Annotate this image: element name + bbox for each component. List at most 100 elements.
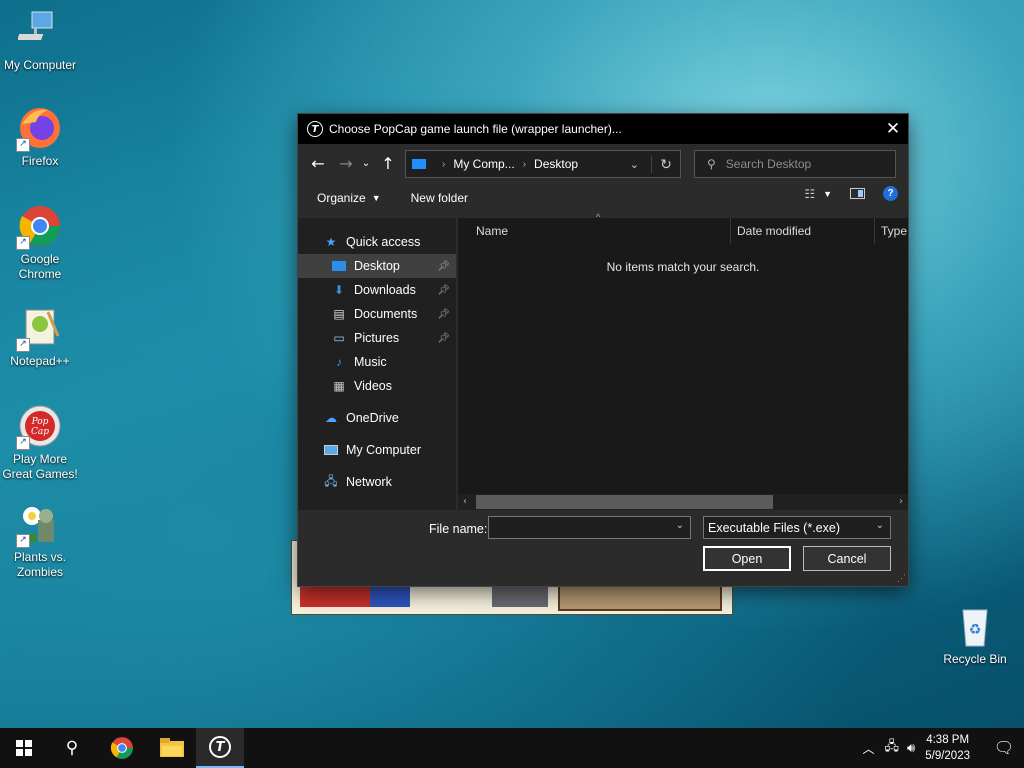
scrollbar-thumb[interactable] <box>476 495 773 509</box>
column-type[interactable]: Type <box>875 218 908 244</box>
file-name-input[interactable]: ⌄ <box>488 516 691 539</box>
desktop-icon-firefox[interactable]: ↗ Firefox <box>0 106 80 169</box>
navigation-bar: ← → ⌄ ↑ › My Comp... › Desktop ⌄ ↻ ⚲ Sea… <box>298 144 908 182</box>
computer-icon <box>17 10 62 54</box>
sidebar-item-my-computer[interactable]: My Computer <box>298 438 456 462</box>
open-button-label: Open <box>731 551 763 566</box>
volume-icon[interactable]: 🔊︎ <box>907 740 915 756</box>
sidebar-item-music[interactable]: ♪ Music <box>298 350 456 374</box>
sidebar-item-desktop[interactable]: Desktop 📌︎ <box>298 254 456 278</box>
new-folder-button[interactable]: New folder <box>401 186 478 210</box>
recycle-bin-icon: ♻ <box>953 604 997 648</box>
breadcrumb-desktop[interactable]: Desktop <box>534 157 578 171</box>
sidebar-item-onedrive[interactable]: ☁ OneDrive <box>298 406 456 430</box>
file-name-label: File name: <box>429 522 488 536</box>
notification-icon[interactable]: 🗨︎ <box>984 738 1024 758</box>
shortcut-arrow-icon: ↗ <box>16 338 30 352</box>
pin-icon[interactable]: 📌︎ <box>437 333 450 344</box>
taskbar-chrome[interactable] <box>98 728 146 768</box>
taskbar-file-explorer[interactable] <box>148 728 196 768</box>
up-button[interactable]: ↑ <box>377 152 399 174</box>
empty-message: No items match your search. <box>606 260 760 274</box>
desktop-icon-popcap[interactable]: Pop Cap ↗ Play More Great Games! <box>0 404 80 482</box>
sidebar-item-documents[interactable]: ▤ Documents 📌︎ <box>298 302 456 326</box>
sidebar-item-pictures[interactable]: ▭ Pictures 📌︎ <box>298 326 456 350</box>
clock[interactable]: 4:38 PM 5/9/2023 <box>925 732 970 764</box>
sidebar-item-label: OneDrive <box>346 411 399 425</box>
file-list[interactable]: Name ^ Date modified Type No items match… <box>458 212 908 510</box>
file-type-select[interactable]: Executable Files (*.exe) ⌄ <box>703 516 891 539</box>
sidebar-item-label: My Computer <box>346 443 422 457</box>
pvz-icon: ↗ <box>16 502 62 548</box>
scroll-right-icon[interactable]: › <box>899 494 903 510</box>
sidebar-item-network[interactable]: 🖧︎ Network <box>298 470 456 494</box>
column-headers: Name ^ Date modified Type <box>458 212 908 244</box>
arrow-up-icon: ↑ <box>381 153 395 173</box>
chevron-up-icon[interactable]: ︿ <box>863 740 875 757</box>
sidebar-item-quick-access[interactable]: ★ Quick access <box>298 230 456 254</box>
open-button[interactable]: Open <box>703 546 791 571</box>
sidebar-item-videos[interactable]: ▦ Videos <box>298 374 456 398</box>
column-name[interactable]: Name <box>458 218 731 244</box>
desktop-icon-chrome[interactable]: ↗ Google Chrome <box>0 204 80 282</box>
clock-time: 4:38 PM <box>926 734 970 746</box>
taskbar-wrapper-launcher[interactable]: T <box>196 728 244 768</box>
pin-icon[interactable]: 📌︎ <box>437 285 450 296</box>
desktop-icon-notepadpp[interactable]: ↗ Notepad++ <box>0 306 80 369</box>
list-view-icon: ☷ <box>804 186 816 201</box>
file-type-value: Executable Files (*.exe) <box>708 520 841 535</box>
search-input[interactable]: ⚲ Search Desktop <box>694 150 896 178</box>
taskbar-search-button[interactable]: ⚲ <box>48 728 96 768</box>
address-bar[interactable]: › My Comp... › Desktop ⌄ ↻ <box>405 150 681 178</box>
organize-button[interactable]: Organize ▼ <box>307 186 391 210</box>
chevron-down-icon[interactable]: ⌄ <box>676 520 684 531</box>
shortcut-arrow-icon: ↗ <box>16 436 30 450</box>
desktop-icon-recycle-bin[interactable]: ♻ Recycle Bin <box>935 604 1015 667</box>
search-icon: ⚲ <box>65 738 79 758</box>
svg-text:Cap: Cap <box>31 427 49 437</box>
desktop-icon-pvz[interactable]: ↗ Plants vs. Zombies <box>0 502 80 580</box>
breadcrumb-my-computer[interactable]: My Comp... <box>453 157 514 171</box>
sidebar-item-downloads[interactable]: ⬇ Downloads 📌︎ <box>298 278 456 302</box>
cancel-button[interactable]: Cancel <box>803 546 891 571</box>
desktop-icon-label: My Computer <box>3 58 77 72</box>
sidebar-item-label: Quick access <box>346 235 421 249</box>
column-date-modified[interactable]: Date modified <box>731 218 875 244</box>
scroll-left-icon[interactable]: ‹ <box>463 494 467 510</box>
dialog-title: Choose PopCap game launch file (wrapper … <box>329 122 622 136</box>
chevron-down-icon[interactable]: ⌄ <box>630 158 639 171</box>
pin-icon[interactable]: 📌︎ <box>437 261 450 272</box>
document-icon: ▤ <box>333 307 345 321</box>
close-icon: ✕ <box>885 119 901 139</box>
dialog-titlebar[interactable]: T Choose PopCap game launch file (wrappe… <box>298 114 908 144</box>
network-icon[interactable]: 🖧︎ <box>885 737 900 759</box>
preview-pane-icon[interactable] <box>850 188 865 199</box>
refresh-button[interactable]: ↻ <box>651 155 680 173</box>
navigation-pane: ★ Quick access Desktop 📌︎ ⬇ Downloads 📌︎… <box>298 218 456 510</box>
computer-icon <box>412 159 426 169</box>
app-logo-icon: T <box>307 121 323 137</box>
dialog-footer: File name: ⌄ Executable Files (*.exe) ⌄ … <box>298 510 908 586</box>
shortcut-arrow-icon: ↗ <box>16 138 30 152</box>
search-icon: ⚲ <box>707 157 716 171</box>
notepadpp-icon: ↗ <box>16 306 62 352</box>
music-icon: ♪ <box>336 355 342 369</box>
sidebar-item-label: Pictures <box>354 331 400 345</box>
sidebar-item-label: Network <box>346 475 392 489</box>
resize-grip-icon[interactable]: ⋰ <box>897 573 906 584</box>
column-header-label: Name <box>476 224 509 238</box>
firefox-icon: ↗ <box>16 106 62 152</box>
help-icon[interactable]: ? <box>883 186 898 201</box>
view-options-button[interactable]: ☷ ▼ <box>804 187 832 201</box>
desktop-folder-icon <box>332 259 346 273</box>
pin-icon[interactable]: 📌︎ <box>437 309 450 320</box>
chrome-icon: ↗ <box>16 204 62 250</box>
horizontal-scrollbar[interactable]: ‹ › <box>458 494 908 510</box>
start-button[interactable] <box>0 728 48 768</box>
forward-button[interactable]: → <box>335 152 357 174</box>
back-button[interactable]: ← <box>307 152 329 174</box>
close-button[interactable]: ✕ <box>878 114 908 144</box>
recent-locations-button[interactable]: ⌄ <box>359 152 373 174</box>
desktop-icon-my-computer[interactable]: My Computer <box>0 10 80 73</box>
star-icon: ★ <box>325 235 337 249</box>
